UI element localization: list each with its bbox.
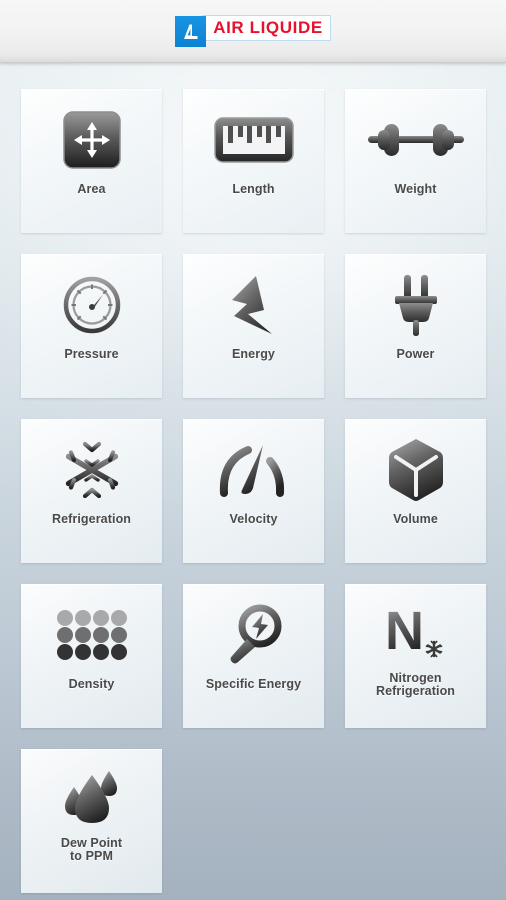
- logo-text: AIR LIQUIDE: [213, 17, 323, 37]
- tile-refrigeration[interactable]: Refrigeration: [21, 419, 162, 563]
- cube-icon: [385, 427, 447, 513]
- tile-area[interactable]: Area: [21, 89, 162, 233]
- tile-label: Velocity: [229, 512, 278, 526]
- water-droplets-icon: [61, 757, 123, 837]
- svg-text:N: N: [385, 601, 424, 661]
- tile-label: Nitrogen Refrigeration: [375, 671, 456, 698]
- tile-density[interactable]: Density: [21, 584, 162, 728]
- tile-volume[interactable]: Volume: [345, 419, 486, 563]
- lightning-bolt-icon: [226, 262, 282, 348]
- tile-weight[interactable]: Weight: [345, 89, 486, 233]
- app-root: AIR LIQUIDE Area Length Weight Pressure …: [0, 0, 506, 900]
- air-liquide-logo-wordmark: AIR LIQUIDE: [202, 15, 331, 41]
- dot-grid-icon: [56, 592, 128, 678]
- tile-power[interactable]: Power: [345, 254, 486, 398]
- tile-label: Area: [77, 182, 106, 196]
- tile-dew-point-to-ppm[interactable]: Dew Point to PPM: [21, 749, 162, 893]
- air-liquide-logo-mark-icon: [175, 16, 207, 47]
- power-plug-icon: [390, 262, 442, 348]
- nitrogen-snowflake-icon: N: [383, 592, 449, 672]
- tile-label: Power: [396, 347, 435, 361]
- dumbbell-icon: [366, 97, 466, 183]
- move-arrows-icon: [62, 97, 122, 183]
- tile-label: Specific Energy: [205, 677, 302, 691]
- snowflake-icon: [61, 427, 123, 513]
- tile-label: Energy: [232, 347, 275, 361]
- gauge-icon: [63, 262, 121, 348]
- tile-specific-energy[interactable]: Specific Energy: [183, 584, 324, 728]
- tile-label: Pressure: [64, 347, 119, 361]
- tile-label: Volume: [393, 512, 438, 526]
- converter-grid: Area Length Weight Pressure Energy Power…: [0, 63, 486, 893]
- tile-label: Density: [68, 677, 115, 691]
- tile-length[interactable]: Length: [183, 89, 324, 233]
- app-header: AIR LIQUIDE: [0, 0, 506, 63]
- tile-velocity[interactable]: Velocity: [183, 419, 324, 563]
- tile-label: Weight: [394, 182, 437, 196]
- magnifier-bolt-icon: [225, 592, 283, 678]
- tile-label: Refrigeration: [51, 512, 132, 526]
- tile-energy[interactable]: Energy: [183, 254, 324, 398]
- air-liquide-logo: AIR LIQUIDE: [175, 15, 331, 47]
- tile-label: Dew Point to PPM: [60, 836, 123, 863]
- ruler-icon: [213, 97, 295, 183]
- speedometer-icon: [218, 427, 290, 513]
- tile-label: Length: [232, 182, 275, 196]
- tile-pressure[interactable]: Pressure: [21, 254, 162, 398]
- tile-nitrogen-refrigeration[interactable]: N Nitrogen Refrigeration: [345, 584, 486, 728]
